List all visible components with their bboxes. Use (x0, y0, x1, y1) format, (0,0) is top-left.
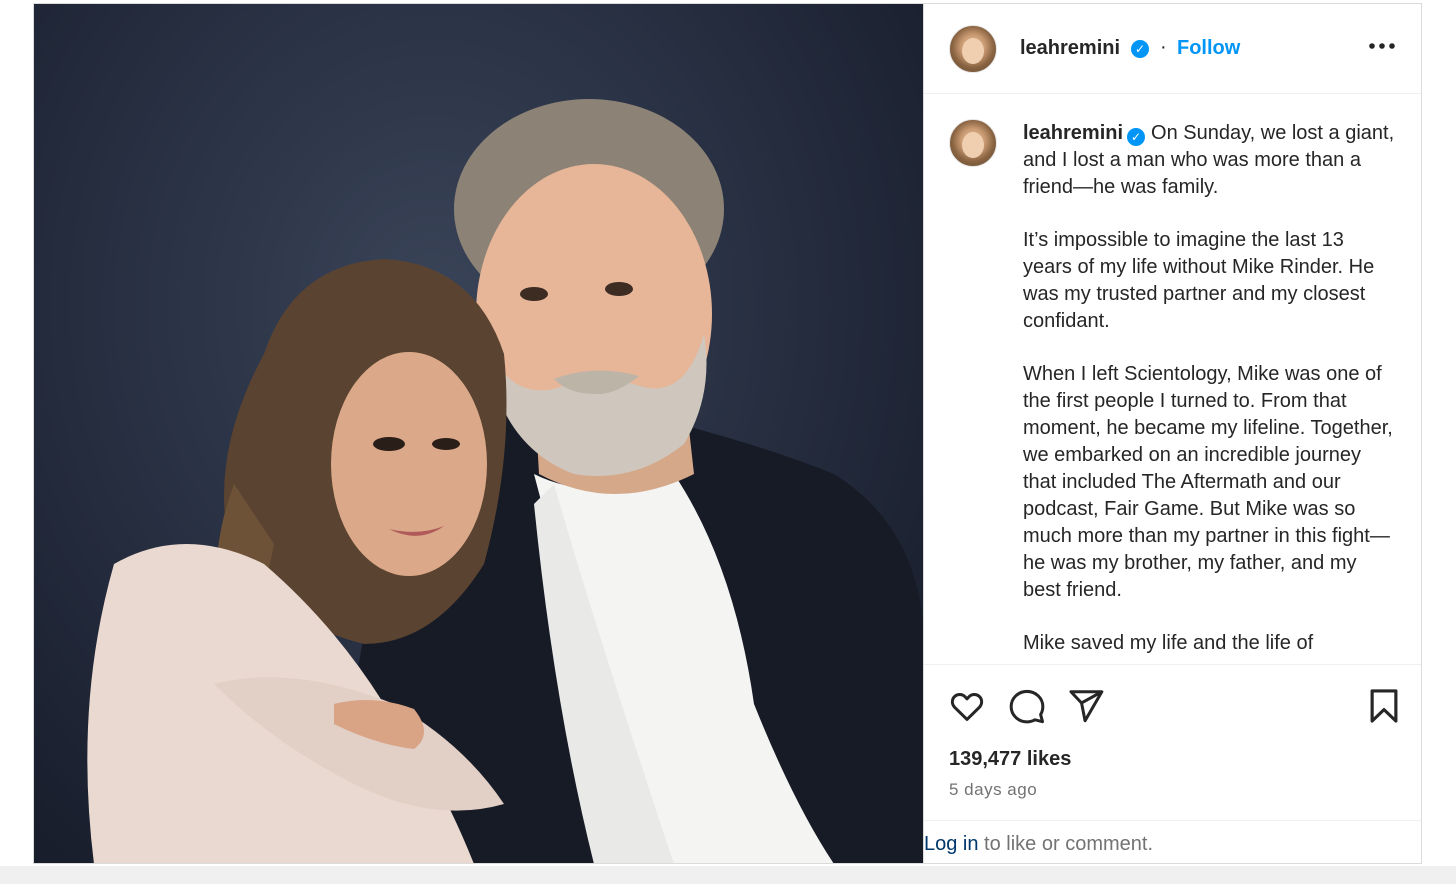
page-bottom-strip (0, 866, 1456, 884)
verified-badge-icon: ✓ (1131, 40, 1149, 58)
verified-badge-icon: ✓ (1127, 128, 1146, 146)
caption-text: leahremini ✓ On Sunday, we lost a giant, a… (1023, 120, 1395, 664)
more-options-icon[interactable] (1368, 34, 1396, 65)
post-header: leahremini ✓ · Follow (924, 4, 1421, 94)
login-prompt: Log in to like or comment. (924, 820, 1421, 863)
caption-area[interactable]: leahremini ✓ On Sunday, we lost a giant, a… (924, 94, 1421, 664)
post-sidebar: leahremini ✓ · Follow leahremini ✓ On Sund… (923, 4, 1421, 863)
comment-icon[interactable] (1008, 687, 1046, 725)
caption-paragraph: It’s impossible to imagine the last 13 y… (1023, 229, 1375, 332)
separator-dot: · (1160, 36, 1167, 58)
caption-paragraph: leahremini ✓ On Sunday, we lost a giant, a… (1023, 120, 1395, 201)
caption-paragraph: Mike saved my life and the life of (1023, 632, 1314, 654)
caption-username[interactable]: leahremini (1023, 122, 1123, 144)
author-username[interactable]: leahremini (1020, 37, 1120, 60)
post-timestamp: 5 days ago (949, 780, 1038, 799)
login-prompt-text: to like or comment. (978, 833, 1154, 855)
action-bar: 139,477 likes 5 days ago Log in to like … (924, 664, 1421, 863)
bookmark-icon[interactable] (1365, 687, 1403, 725)
post-photo[interactable] (34, 4, 923, 863)
caption-paragraph: When I left Scientology, Mike was one of… (1023, 363, 1393, 601)
avatar[interactable] (949, 25, 997, 73)
heart-icon[interactable] (948, 687, 986, 725)
follow-button[interactable]: Follow (1177, 37, 1240, 60)
caption-avatar[interactable] (949, 119, 997, 167)
page: leahremini ✓ · Follow leahremini ✓ On Sund… (0, 0, 1456, 884)
likes-count[interactable]: 139,477 likes (949, 748, 1071, 771)
instagram-post: leahremini ✓ · Follow leahremini ✓ On Sund… (33, 3, 1422, 864)
login-link[interactable]: Log in (924, 833, 979, 855)
share-icon[interactable] (1067, 687, 1105, 725)
photo-illustration (87, 99, 923, 863)
